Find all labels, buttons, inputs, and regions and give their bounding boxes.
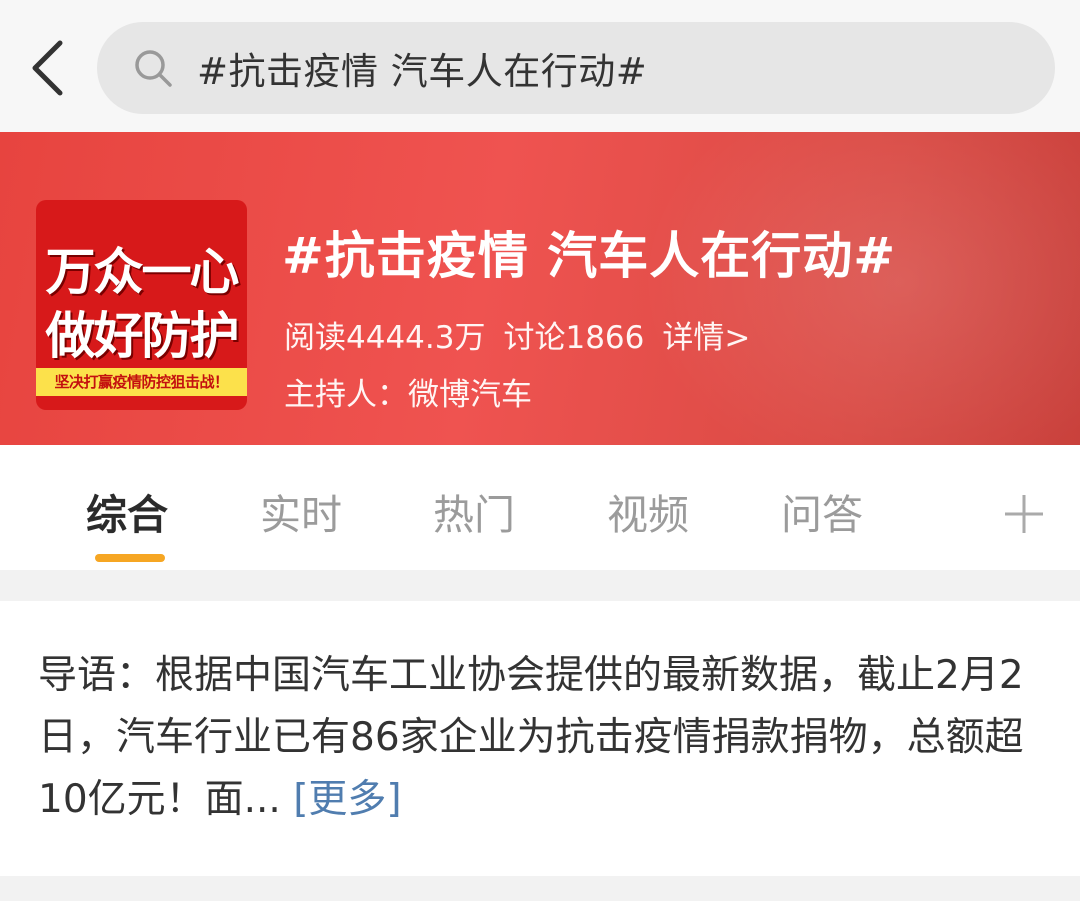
search-input[interactable]: #抗击疫情 汽车人在行动#: [97, 22, 1055, 114]
more-link[interactable]: [更多]: [293, 777, 401, 822]
discussion-count: 讨论1866: [503, 320, 645, 356]
back-button[interactable]: [22, 36, 72, 100]
topic-header: 万众一心 做好防护 坚决打赢疫情防控狙击战！ #抗击疫情 汽车人在行动# 阅读4…: [0, 132, 1080, 445]
tab-qa[interactable]: 问答: [781, 481, 863, 541]
topic-image-strip: 坚决打赢疫情防控狙击战！: [36, 368, 247, 396]
tab-comprehensive[interactable]: 综合: [86, 481, 168, 541]
topic-stats: 阅读4444.3万 讨论1866 详情>: [284, 312, 768, 357]
tab-video[interactable]: 视频: [607, 481, 689, 541]
search-icon: [133, 47, 175, 89]
top-bar: #抗击疫情 汽车人在行动#: [0, 0, 1080, 132]
topic-intro: 导语：根据中国汽车工业协会提供的最新数据，截止2月2日，汽车行业已有86家企业为…: [38, 645, 1048, 831]
read-count: 阅读4444.3万: [284, 320, 486, 356]
detail-link[interactable]: 详情>: [662, 320, 750, 356]
search-query-text: #抗击疫情 汽车人在行动#: [197, 50, 648, 93]
plus-icon: [1005, 495, 1043, 533]
topic-image-line2: 做好防护: [45, 307, 240, 365]
topic-image[interactable]: 万众一心 做好防护 坚决打赢疫情防控狙击战！: [36, 200, 247, 410]
topic-intro-card: 导语：根据中国汽车工业协会提供的最新数据，截止2月2日，汽车行业已有86家企业为…: [0, 601, 1080, 876]
intro-text: 导语：根据中国汽车工业协会提供的最新数据，截止2月2日，汽车行业已有86家企业为…: [38, 653, 1024, 822]
topic-host: 主持人：微博汽车: [284, 377, 532, 413]
tab-bar: 综合 实时 热门 视频 问答: [0, 445, 1080, 570]
tab-realtime[interactable]: 实时: [260, 481, 342, 541]
active-tab-indicator: [95, 554, 165, 562]
topic-image-line1: 万众一心: [45, 243, 240, 301]
topic-title: #抗击疫情 汽车人在行动#: [282, 227, 897, 285]
tab-hot[interactable]: 热门: [433, 481, 515, 541]
add-tab-button[interactable]: [1002, 492, 1046, 536]
back-arrow-icon: [32, 40, 63, 96]
